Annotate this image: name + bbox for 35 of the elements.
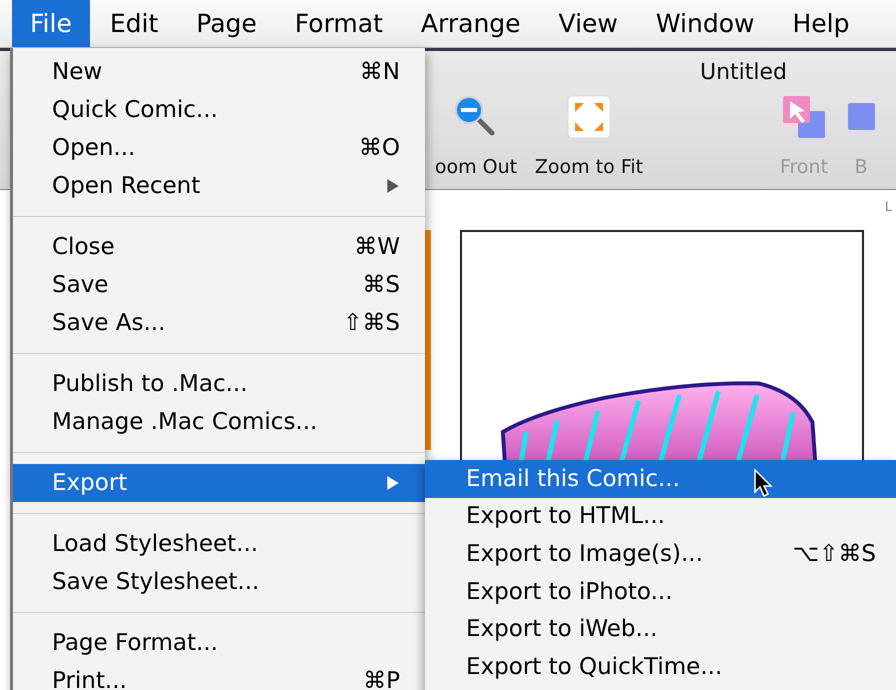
- menu-item[interactable]: Export: [13, 464, 425, 502]
- menu-bar-item[interactable]: Edit: [92, 0, 176, 47]
- menu-item[interactable]: Email this Comic...: [425, 460, 896, 498]
- menu-item[interactable]: Export to QuickTime...: [425, 648, 896, 686]
- menu-item[interactable]: Export to HTML...: [425, 498, 896, 536]
- menu-item[interactable]: Export to iPhoto...: [425, 572, 896, 610]
- menu-item[interactable]: New ⌘N: [13, 53, 425, 91]
- menu-bar-item[interactable]: View: [540, 0, 636, 47]
- menu-item[interactable]: Manage .Mac Comics...: [13, 403, 425, 441]
- bring-to-front-icon: [780, 93, 828, 141]
- menu-bar-item[interactable]: File: [12, 0, 90, 47]
- menu-bar-item[interactable]: Page: [178, 0, 275, 47]
- menu-item[interactable]: Save ⌘S: [13, 266, 425, 304]
- menu-item[interactable]: Save Stylesheet...: [13, 563, 425, 601]
- menu-item[interactable]: Export to iWeb...: [425, 610, 896, 648]
- menu-item[interactable]: Save As... ⇧⌘S: [13, 304, 425, 342]
- menu-item[interactable]: Page Format...: [13, 624, 425, 662]
- menu-item[interactable]: Quick Comic...: [13, 91, 425, 129]
- menu-item[interactable]: Publish to .Mac...: [13, 365, 425, 403]
- send-to-back-icon: [848, 103, 874, 130]
- menu-bar-item[interactable]: Format: [276, 0, 401, 47]
- menu-item[interactable]: Export to Image(s)... ⌥⇧⌘S: [425, 535, 896, 573]
- pointer-cursor-icon: [753, 468, 773, 498]
- menu-item[interactable]: Load Stylesheet...: [13, 525, 425, 563]
- window-title: Untitled: [700, 60, 788, 84]
- menu-item[interactable]: Open... ⌘O: [13, 129, 425, 167]
- ruler-label: L: [884, 200, 892, 215]
- menu-item[interactable]: Open Recent: [13, 167, 425, 205]
- menu-bar-item[interactable]: Help: [774, 0, 868, 47]
- menu-item[interactable]: Print... ⌘P: [13, 662, 425, 690]
- toolbar-button[interactable]: Zoom to Fit: [524, 93, 654, 179]
- toolbar-button[interactable]: oom Out: [428, 93, 524, 179]
- menu-bar-item[interactable]: Arrange: [402, 0, 539, 47]
- menu-item[interactable]: Close ⌘W: [13, 228, 425, 266]
- menu-bar-item[interactable]: Window: [638, 0, 772, 47]
